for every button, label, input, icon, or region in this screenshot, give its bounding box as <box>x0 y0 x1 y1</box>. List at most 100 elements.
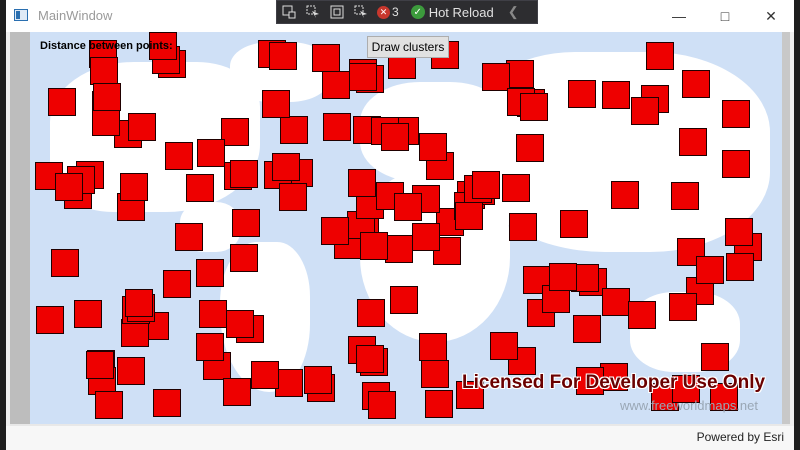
hot-reload-button[interactable]: ✓ Hot Reload <box>410 4 494 20</box>
cluster-marker[interactable] <box>251 361 279 389</box>
cluster-marker[interactable] <box>348 169 376 197</box>
binding-errors-indicator[interactable]: ✕ 3 <box>377 5 399 19</box>
cluster-marker[interactable] <box>349 63 377 91</box>
cluster-marker[interactable] <box>455 202 483 230</box>
cluster-marker[interactable] <box>472 171 500 199</box>
cluster-marker[interactable] <box>611 181 639 209</box>
cluster-marker[interactable] <box>725 218 753 246</box>
cluster-marker[interactable] <box>646 42 674 70</box>
cluster-marker[interactable] <box>95 391 123 419</box>
select-element-button[interactable] <box>301 1 325 23</box>
cluster-marker[interactable] <box>230 244 258 272</box>
cluster-marker[interactable] <box>360 232 388 260</box>
cluster-marker[interactable] <box>356 345 384 373</box>
cluster-marker[interactable] <box>421 360 449 388</box>
cluster-marker[interactable] <box>602 81 630 109</box>
cluster-marker[interactable] <box>275 369 303 397</box>
cluster-marker[interactable] <box>323 113 351 141</box>
cluster-marker[interactable] <box>230 160 258 188</box>
cluster-marker[interactable] <box>153 389 181 417</box>
cluster-marker[interactable] <box>165 142 193 170</box>
cluster-marker[interactable] <box>186 174 214 202</box>
map-view[interactable] <box>30 32 784 424</box>
cluster-marker[interactable] <box>549 263 577 291</box>
cluster-marker[interactable] <box>628 301 656 329</box>
cluster-marker[interactable] <box>92 108 120 136</box>
maximize-button[interactable]: □ <box>702 0 748 32</box>
cluster-marker[interactable] <box>357 299 385 327</box>
cluster-marker[interactable] <box>279 183 307 211</box>
cluster-marker[interactable] <box>726 253 754 281</box>
cluster-marker[interactable] <box>199 300 227 328</box>
cluster-marker[interactable] <box>394 193 422 221</box>
cluster-marker[interactable] <box>701 343 729 371</box>
cluster-marker[interactable] <box>262 90 290 118</box>
cluster-marker[interactable] <box>280 116 308 144</box>
main-window: MainWindow — □ ✕ ✕ 3 ✓ Hot Reload ❮ Dist… <box>6 0 794 450</box>
cluster-marker[interactable] <box>86 351 114 379</box>
cluster-marker[interactable] <box>226 310 254 338</box>
cluster-marker[interactable] <box>223 378 251 406</box>
cluster-marker[interactable] <box>631 97 659 125</box>
cluster-marker[interactable] <box>51 249 79 277</box>
cluster-marker[interactable] <box>272 153 300 181</box>
cluster-marker[interactable] <box>682 70 710 98</box>
track-focus-button[interactable] <box>349 1 373 23</box>
cluster-marker[interactable] <box>722 150 750 178</box>
cluster-marker[interactable] <box>163 270 191 298</box>
cluster-marker[interactable] <box>560 210 588 238</box>
cluster-marker[interactable] <box>602 288 630 316</box>
cluster-marker[interactable] <box>196 333 224 361</box>
cluster-marker[interactable] <box>232 209 260 237</box>
live-visual-tree-button[interactable] <box>277 1 301 23</box>
cluster-marker[interactable] <box>490 332 518 360</box>
minimize-button[interactable]: — <box>656 0 702 32</box>
cluster-marker[interactable] <box>196 259 224 287</box>
cluster-marker[interactable] <box>304 366 332 394</box>
cluster-marker[interactable] <box>679 128 707 156</box>
cluster-marker[interactable] <box>696 256 724 284</box>
cluster-marker[interactable] <box>74 300 102 328</box>
cluster-marker[interactable] <box>368 391 396 419</box>
collapse-toolbar-icon[interactable]: ❮ <box>508 4 519 20</box>
cluster-marker[interactable] <box>419 333 447 361</box>
cluster-marker[interactable] <box>669 293 697 321</box>
cluster-marker[interactable] <box>381 123 409 151</box>
cluster-marker[interactable] <box>36 306 64 334</box>
cluster-marker[interactable] <box>385 235 413 263</box>
cluster-marker[interactable] <box>520 93 548 121</box>
cluster-marker[interactable] <box>93 83 121 111</box>
cluster-marker[interactable] <box>502 174 530 202</box>
cluster-marker[interactable] <box>482 63 510 91</box>
cluster-marker[interactable] <box>506 60 534 88</box>
cluster-marker[interactable] <box>312 44 340 72</box>
cluster-marker[interactable] <box>671 182 699 210</box>
cluster-marker[interactable] <box>321 217 349 245</box>
cluster-marker[interactable] <box>425 390 453 418</box>
cluster-marker[interactable] <box>175 223 203 251</box>
cluster-marker[interactable] <box>55 173 83 201</box>
cluster-marker[interactable] <box>568 80 596 108</box>
cluster-marker[interactable] <box>722 100 750 128</box>
cluster-marker[interactable] <box>197 139 225 167</box>
hot-reload-label: Hot Reload <box>428 4 494 20</box>
cluster-marker[interactable] <box>48 88 76 116</box>
cluster-marker[interactable] <box>412 223 440 251</box>
cluster-marker[interactable] <box>322 71 350 99</box>
close-button[interactable]: ✕ <box>748 0 794 32</box>
cluster-marker[interactable] <box>269 42 297 70</box>
cluster-marker[interactable] <box>516 134 544 162</box>
draw-clusters-button[interactable]: Draw clusters <box>367 36 449 58</box>
esri-attribution[interactable]: Powered by Esri <box>697 430 784 444</box>
display-layout-adorners-button[interactable] <box>325 1 349 23</box>
cluster-marker[interactable] <box>390 286 418 314</box>
cluster-marker[interactable] <box>128 113 156 141</box>
cluster-marker[interactable] <box>573 315 601 343</box>
cluster-marker[interactable] <box>90 57 118 85</box>
cluster-marker[interactable] <box>221 118 249 146</box>
cluster-marker[interactable] <box>120 173 148 201</box>
cluster-marker[interactable] <box>125 289 153 317</box>
cluster-marker[interactable] <box>509 213 537 241</box>
cluster-marker[interactable] <box>419 133 447 161</box>
cluster-marker[interactable] <box>117 357 145 385</box>
